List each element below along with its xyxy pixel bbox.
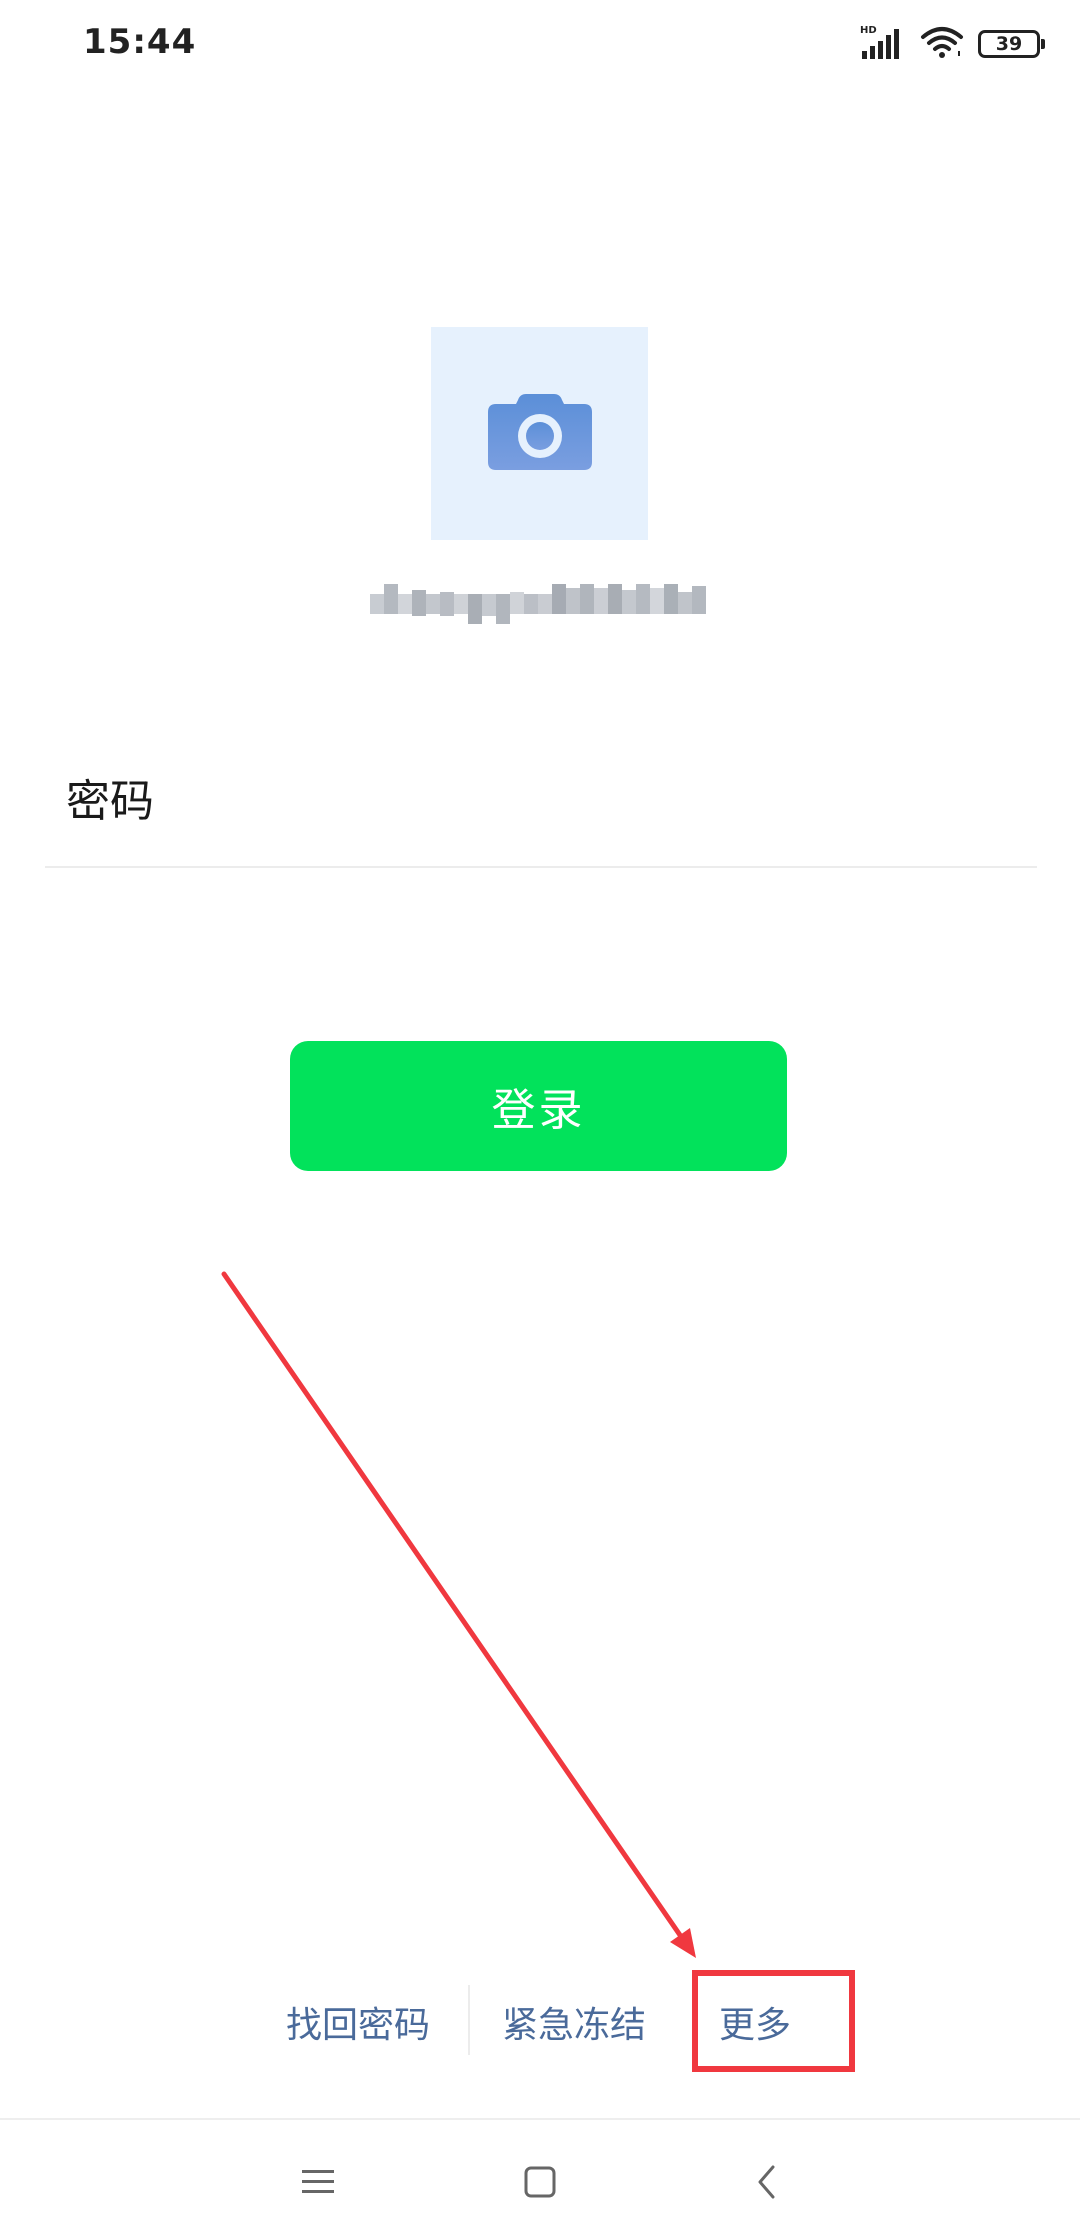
login-screen: 15:44 HD 39 密码 登录 找回密码 紧急冻结 更多 [0, 0, 1080, 2218]
menu-icon[interactable] [288, 2152, 348, 2212]
login-button[interactable]: 登录 [290, 1041, 787, 1171]
status-icons: HD 39 [860, 24, 1045, 64]
emergency-freeze-link[interactable]: 紧急冻结 [502, 1996, 646, 2048]
annotation-arrow-line [221, 1271, 685, 1941]
password-field[interactable]: 密码 [66, 765, 154, 829]
nav-divider [0, 2118, 1080, 2120]
camera-icon [487, 393, 592, 474]
back-icon[interactable] [737, 2152, 797, 2212]
link-divider [468, 1985, 470, 2055]
annotation-arrow-head [670, 1928, 696, 1958]
wifi-icon [920, 25, 964, 63]
more-link[interactable]: 更多 [719, 1996, 791, 2048]
home-icon[interactable] [510, 2152, 570, 2212]
signal-icon: HD [860, 24, 906, 64]
hd-badge: HD [860, 25, 877, 36]
battery-icon: 39 [978, 30, 1045, 58]
status-time: 15:44 [83, 22, 197, 62]
recover-password-link[interactable]: 找回密码 [286, 1996, 430, 2048]
avatar[interactable] [431, 327, 648, 540]
username-redacted [370, 572, 710, 632]
password-underline [45, 866, 1037, 868]
